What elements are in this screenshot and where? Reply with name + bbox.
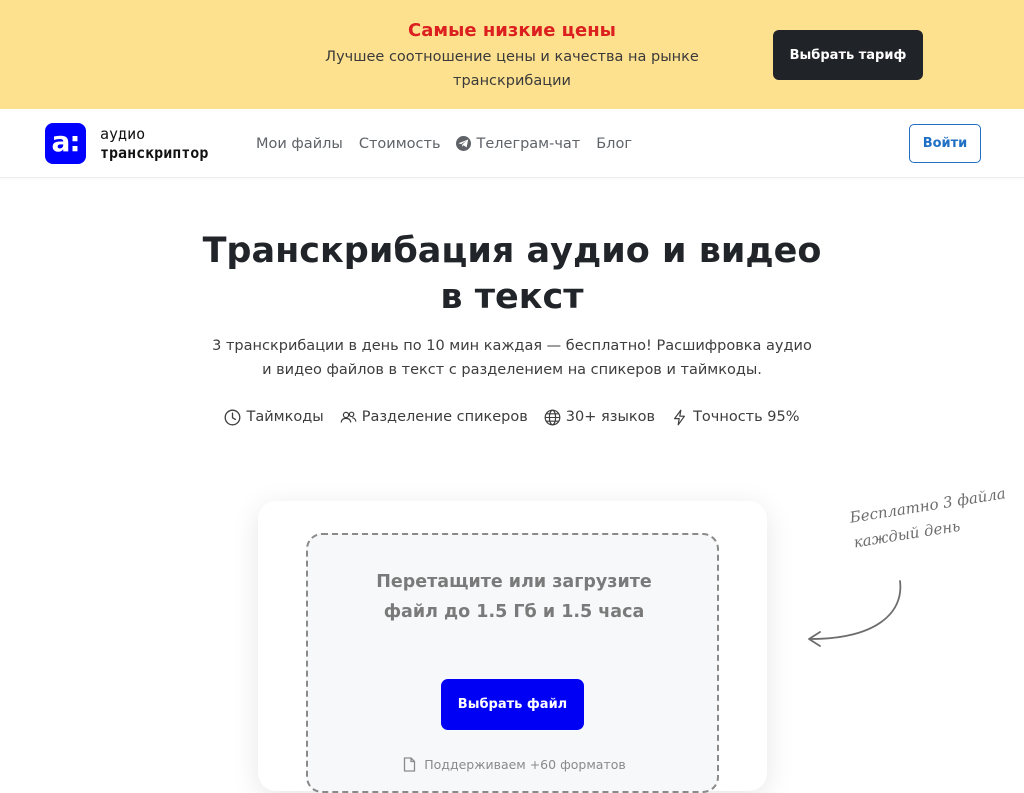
formats-info: Поддерживаем +60 форматов xyxy=(308,757,721,772)
promo-subtitle: Лучшее соотношение цены и качества на ры… xyxy=(325,49,699,89)
dropzone-text: Перетащите или загрузите файл до 1.5 Гб … xyxy=(376,572,652,622)
telegram-icon xyxy=(456,136,472,151)
page-subtitle: 3 транскрибации в день по 10 мин каждая … xyxy=(212,338,812,378)
login-button[interactable]: Войти xyxy=(909,124,981,163)
nav-my-files-label: Мои файлы xyxy=(256,135,343,152)
promo-text-block: Самые низкие цены Лучшее соотношение цен… xyxy=(312,20,712,93)
file-icon xyxy=(404,757,416,772)
logo-line-2: транскриптор xyxy=(100,144,209,162)
nav-blog[interactable]: Блог xyxy=(596,136,632,152)
feature-speakers: Разделение спикеров xyxy=(340,405,528,429)
free-files-note: Бесплатно 3 файла каждый день xyxy=(848,481,1011,555)
nav-blog-label: Блог xyxy=(596,135,632,152)
globe-icon xyxy=(544,409,561,425)
feature-languages: 30+ языков xyxy=(544,405,655,429)
page-title: Транскрибация аудио и видео в текст xyxy=(202,231,822,317)
file-dropzone[interactable]: Перетащите или загрузите файл до 1.5 Гб … xyxy=(306,533,719,793)
choose-plan-button[interactable]: Выбрать тариф xyxy=(773,30,923,80)
nav-pricing[interactable]: Стоимость xyxy=(359,136,441,152)
feature-list: Таймкоды Разделение спикеров 30+ языков … xyxy=(0,405,1024,429)
formats-text: Поддерживаем +60 форматов xyxy=(424,757,626,772)
feature-timecodes: Таймкоды xyxy=(224,405,324,429)
feature-timecodes-label: Таймкоды xyxy=(246,409,324,425)
nav-my-files[interactable]: Мои файлы xyxy=(256,136,343,152)
nav-pricing-label: Стоимость xyxy=(358,135,441,152)
lightning-icon xyxy=(674,409,686,425)
promo-title: Самые низкие цены xyxy=(408,20,616,41)
feature-languages-label: 30+ языков xyxy=(565,409,656,425)
curved-arrow-icon xyxy=(808,580,902,647)
choose-file-button[interactable]: Выбрать файл xyxy=(441,679,584,730)
promo-banner: Самые низкие цены Лучшее соотношение цен… xyxy=(0,0,1024,109)
logo-text[interactable]: аудио транскриптор xyxy=(100,125,208,163)
users-icon xyxy=(340,411,357,423)
site-header: a: аудио транскриптор Мои файлы Стоимост… xyxy=(0,109,1024,178)
feature-speakers-label: Разделение спикеров xyxy=(361,409,528,425)
main-nav: Мои файлы Стоимость Телеграм-чат Блог xyxy=(256,109,632,178)
nav-telegram-chat[interactable]: Телеграм-чат xyxy=(456,136,580,152)
feature-accuracy-label: Точность 95% xyxy=(693,409,800,425)
logo-line-1: аудио xyxy=(100,125,146,143)
logo-icon[interactable]: a: xyxy=(45,123,86,164)
upload-card: Перетащите или загрузите файл до 1.5 Гб … xyxy=(258,501,767,793)
feature-accuracy: Точность 95% xyxy=(671,405,800,429)
clock-icon xyxy=(225,409,241,425)
nav-telegram-chat-label: Телеграм-чат xyxy=(476,135,581,152)
